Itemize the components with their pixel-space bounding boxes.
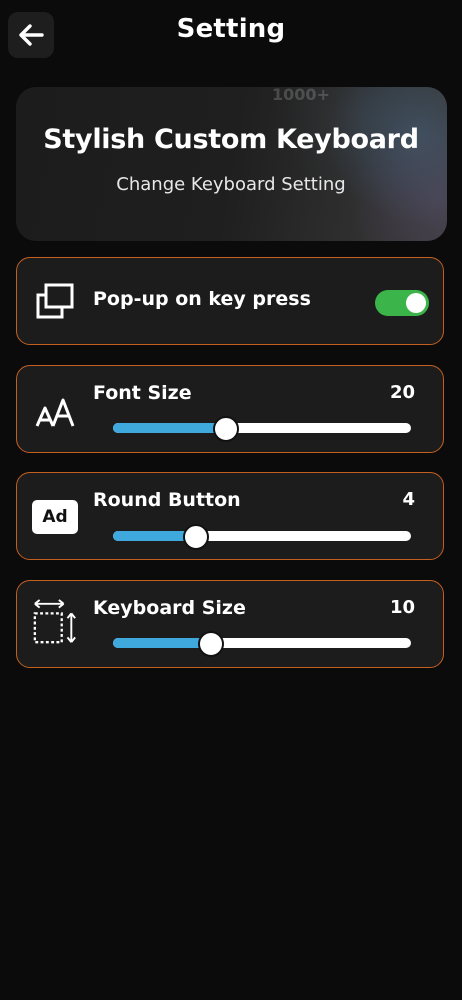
ad-badge-text: Ad — [32, 500, 78, 534]
font-size-icon — [31, 388, 79, 436]
font-size-slider[interactable] — [113, 416, 411, 442]
slider-thumb[interactable] — [198, 631, 224, 657]
font-size-label: Font Size — [93, 382, 192, 404]
popup-label: Pop-up on key press — [93, 288, 311, 310]
slider-thumb[interactable] — [183, 524, 209, 550]
keyboard-size-value: 10 — [389, 597, 415, 618]
setting-card-round-button: Ad Round Button 4 — [16, 472, 444, 560]
slider-fill — [113, 638, 211, 648]
round-button-slider[interactable] — [113, 524, 411, 550]
page-title: Setting — [176, 14, 286, 44]
keyboard-size-label: Keyboard Size — [93, 597, 246, 619]
setting-card-keyboard-size: Keyboard Size 10 — [16, 580, 444, 668]
round-button-label: Round Button — [93, 489, 241, 511]
round-button-value: 4 — [402, 489, 415, 510]
resize-frame-icon — [31, 599, 79, 647]
slider-thumb[interactable] — [213, 416, 239, 442]
ad-badge-icon: Ad — [31, 493, 79, 541]
banner: 1000+ — [16, 87, 447, 241]
banner-artwork — [247, 87, 447, 241]
banner-subtitle: Change Keyboard Setting — [116, 174, 346, 195]
slider-fill — [113, 423, 226, 433]
toggle-knob — [406, 293, 426, 313]
copy-windows-icon — [31, 278, 79, 326]
popup-toggle[interactable] — [375, 290, 429, 316]
keyboard-size-slider[interactable] — [113, 631, 411, 657]
setting-card-popup: Pop-up on key press — [16, 257, 444, 345]
app-header: Setting — [0, 0, 462, 66]
font-size-value: 20 — [389, 382, 415, 403]
banner-watermark: 1000+ — [272, 87, 330, 104]
banner-title: Stylish Custom Keyboard — [43, 124, 419, 155]
setting-card-font-size: Font Size 20 — [16, 365, 444, 453]
